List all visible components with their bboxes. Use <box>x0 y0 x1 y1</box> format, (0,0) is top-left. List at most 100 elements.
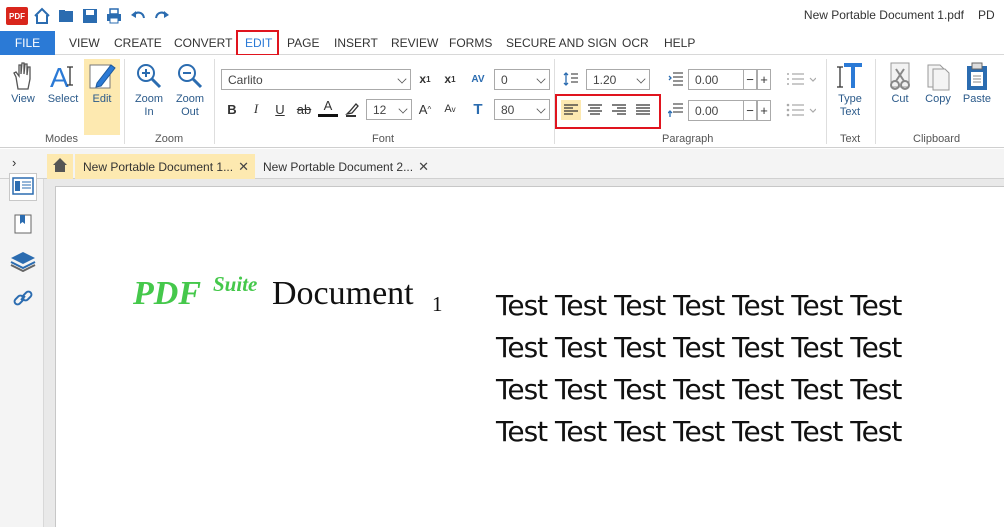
paste-button[interactable]: Paste <box>958 59 996 131</box>
separator <box>826 59 827 144</box>
italic-button[interactable]: I <box>246 99 266 119</box>
indent-before-icon <box>666 69 686 89</box>
page-thumbnails-icon <box>12 176 34 198</box>
indent-after-decrement[interactable]: − <box>743 100 757 121</box>
numbered-list-button[interactable] <box>784 69 818 89</box>
window-title: New Portable Document 1.pdf <box>803 8 964 22</box>
select-mode-button[interactable]: A Select <box>45 59 81 131</box>
redo-icon[interactable] <box>152 6 172 26</box>
shrink-font-button[interactable]: Av <box>440 99 460 119</box>
menu-secure-and-sign[interactable]: SECURE AND SIGN <box>506 31 617 55</box>
document-word[interactable]: Document <box>272 275 414 313</box>
layers-icon <box>10 250 36 275</box>
menu-bar: FILE VIEW CREATE CONVERT EDIT PAGE INSER… <box>0 31 1004 55</box>
document-viewport: PDF Suite Document 1 Test Test Test Test… <box>44 179 1004 527</box>
type-text-icon <box>834 59 866 93</box>
link-icon <box>12 287 34 312</box>
home-tab[interactable] <box>47 154 73 179</box>
zoom-in-icon <box>133 59 165 93</box>
text-line[interactable]: Test Test Test Test Test Test Test <box>496 331 902 364</box>
text-group-label: Text <box>840 133 861 145</box>
close-icon[interactable]: ✕ <box>418 159 429 175</box>
line-spacing-select[interactable]: 1.20 <box>586 69 650 90</box>
highlighter-icon[interactable] <box>342 99 362 119</box>
thumbnails-panel-button[interactable] <box>9 173 37 201</box>
clipboard-group-label: Clipboard <box>913 133 961 145</box>
indent-before-input[interactable]: 0.00 <box>688 69 744 90</box>
font-color-button[interactable]: A <box>318 97 338 117</box>
copy-button[interactable]: Copy <box>920 59 956 131</box>
menu-review[interactable]: REVIEW <box>391 31 438 55</box>
modes-group-label: Modes <box>45 133 79 145</box>
subscript-button[interactable]: x1 <box>440 69 460 89</box>
suite-superscript[interactable]: Suite <box>213 272 257 297</box>
cut-button[interactable]: Cut <box>882 59 918 131</box>
font-family-select[interactable]: Carlito <box>221 69 411 90</box>
indent-before-decrement[interactable]: − <box>743 69 757 90</box>
underline-button[interactable]: U <box>270 99 290 119</box>
menu-file[interactable]: FILE <box>0 31 55 55</box>
line-spacing-icon <box>561 69 581 89</box>
text-line[interactable]: Test Test Test Test Test Test Test <box>496 289 902 322</box>
char-spacing-icon: AV <box>471 73 485 85</box>
text-scale-select[interactable]: 80 <box>494 99 550 120</box>
char-spacing-select[interactable]: 0 <box>494 69 550 90</box>
indent-before-increment[interactable]: + <box>757 69 771 90</box>
menu-create[interactable]: CREATE <box>114 31 162 55</box>
separator <box>214 59 215 144</box>
copy-icon <box>922 59 954 93</box>
indent-after-icon <box>666 100 686 120</box>
tab-document-1[interactable]: New Portable Document 1... ✕ <box>75 154 255 179</box>
font-size-select[interactable]: 12 <box>366 99 412 120</box>
select-text-icon: A <box>47 59 79 93</box>
bullet-list-button[interactable] <box>784 100 818 120</box>
indent-after-increment[interactable]: + <box>757 100 771 121</box>
open-folder-icon[interactable] <box>56 6 76 26</box>
paragraph-group-label: Paragraph <box>662 133 714 145</box>
text-line[interactable]: Test Test Test Test Test Test Test <box>496 415 902 448</box>
tab-document-2[interactable]: New Portable Document 2... ✕ <box>255 154 435 179</box>
print-icon[interactable] <box>104 6 124 26</box>
chevron-down-icon <box>636 74 646 84</box>
edit-mode-button[interactable]: Edit <box>84 59 120 135</box>
alignment-highlight <box>555 94 661 129</box>
menu-page[interactable]: PAGE <box>287 31 319 55</box>
pdf-page[interactable]: PDF Suite Document 1 Test Test Test Test… <box>55 186 1004 527</box>
menu-forms[interactable]: FORMS <box>449 31 492 55</box>
undo-icon[interactable] <box>128 6 148 26</box>
zoom-in-button[interactable]: Zoom In <box>130 59 168 131</box>
home-icon <box>52 157 68 176</box>
type-text-button[interactable]: Type Text <box>832 59 868 131</box>
edit-pencil-icon <box>86 59 118 93</box>
chevron-down-icon <box>536 74 546 84</box>
zoom-out-button[interactable]: Zoom Out <box>171 59 209 131</box>
view-mode-button[interactable]: View <box>5 59 41 131</box>
subscript-number[interactable]: 1 <box>432 292 443 317</box>
pdf-word[interactable]: PDF <box>133 275 201 313</box>
scissors-icon <box>884 59 916 93</box>
menu-ocr[interactable]: OCR <box>622 31 649 55</box>
bookmarks-panel-button[interactable] <box>9 211 37 239</box>
menu-insert[interactable]: INSERT <box>334 31 378 55</box>
bold-button[interactable]: B <box>222 99 242 119</box>
font-group-label: Font <box>372 133 395 145</box>
layers-panel-button[interactable] <box>9 248 37 276</box>
strikethrough-button[interactable]: ab <box>294 99 314 119</box>
menu-view[interactable]: VIEW <box>69 31 100 55</box>
text-line[interactable]: Test Test Test Test Test Test Test <box>496 373 902 406</box>
home-icon[interactable] <box>32 6 52 26</box>
menu-convert[interactable]: CONVERT <box>174 31 232 55</box>
title-bar: PDF New Portable Document 1.pdf PD <box>0 0 1004 31</box>
indent-after-input[interactable]: 0.00 <box>688 100 744 121</box>
save-icon[interactable] <box>80 6 100 26</box>
window-title-app: PD <box>978 8 995 22</box>
links-panel-button[interactable] <box>9 285 37 313</box>
svg-text:A: A <box>50 62 69 91</box>
close-icon[interactable]: ✕ <box>238 159 249 175</box>
superscript-button[interactable]: x1 <box>415 69 435 89</box>
menu-help[interactable]: HELP <box>664 31 695 55</box>
chevron-right-icon[interactable]: › <box>12 155 16 170</box>
grow-font-button[interactable]: A ^ <box>415 99 435 119</box>
paste-icon <box>961 59 993 93</box>
zoom-group-label: Zoom <box>155 133 184 145</box>
